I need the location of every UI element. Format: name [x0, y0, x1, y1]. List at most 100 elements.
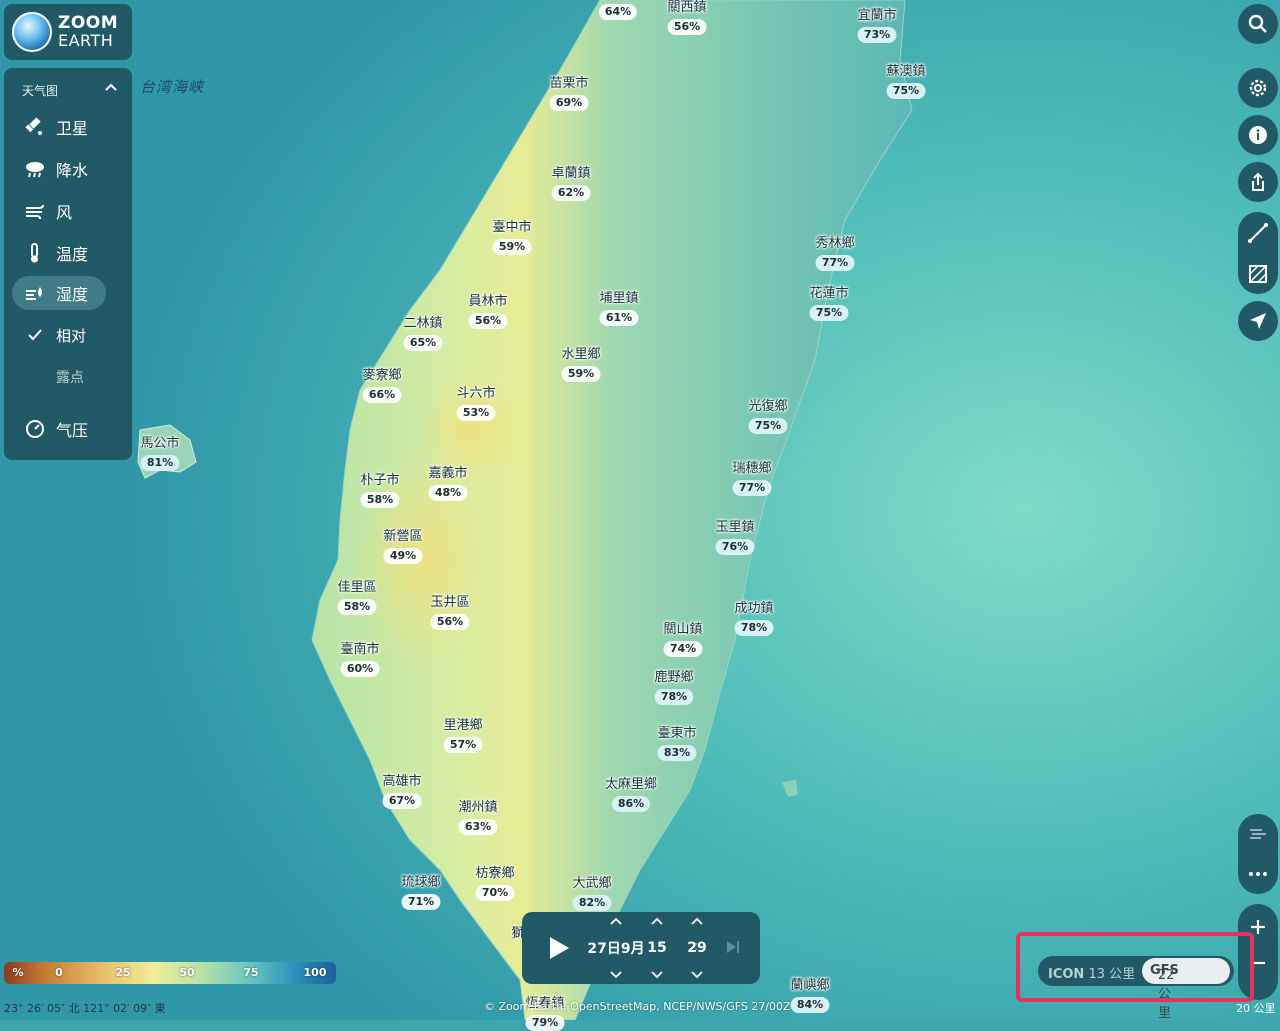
place-marker[interactable]: 馬公市 81%: [140, 436, 180, 471]
layer-precipitation[interactable]: 降水: [12, 152, 106, 186]
place-marker[interactable]: 新營區 49%: [383, 529, 423, 564]
place-marker[interactable]: 里港鄉 57%: [443, 718, 483, 753]
layer-label: 湿度: [56, 285, 89, 304]
legend-tick: 0: [55, 966, 63, 979]
humidity-dewpoint-option[interactable]: 露点: [12, 360, 106, 394]
chevron-down-icon[interactable]: [690, 970, 704, 980]
place-name: 大武鄉: [572, 876, 612, 891]
place-marker[interactable]: 秀林鄉 77%: [815, 236, 855, 271]
chevron-down-icon[interactable]: [650, 970, 664, 980]
measure-distance-icon[interactable]: [1247, 222, 1269, 244]
info-button[interactable]: [1238, 115, 1278, 155]
humidity-value-badge: 70%: [475, 885, 515, 901]
place-marker[interactable]: 高雄市 67%: [382, 774, 422, 809]
place-marker[interactable]: 臺中市 59%: [492, 220, 532, 255]
place-marker[interactable]: 鹿野鄉 78%: [654, 670, 694, 705]
minute-field[interactable]: 29: [682, 916, 712, 980]
chevron-up-icon[interactable]: [609, 916, 623, 926]
search-icon: [1248, 14, 1267, 33]
play-icon[interactable]: [544, 934, 572, 962]
humidity-legend: % 0 25 50 75 100: [4, 962, 336, 984]
place-name: 水里鄉: [561, 347, 601, 362]
place-marker[interactable]: 玉井區 56%: [430, 595, 470, 630]
place-marker[interactable]: 斗六市 53%: [456, 386, 496, 421]
overlay-tools: [1238, 814, 1278, 894]
place-marker[interactable]: 宜蘭市 73%: [857, 8, 897, 43]
wind-animation-icon[interactable]: [1247, 823, 1269, 845]
place-marker[interactable]: 光復鄉 75%: [748, 399, 788, 434]
place-marker[interactable]: 朴子市 58%: [360, 473, 400, 508]
place-marker[interactable]: 琉球鄉 71%: [401, 875, 441, 910]
chevron-down-icon[interactable]: [609, 970, 623, 980]
humidity-value-badge: 56%: [468, 313, 508, 329]
place-name: 瑞穗鄉: [732, 461, 772, 476]
layer-satellite[interactable]: 卫星: [12, 110, 106, 144]
humidity-value-badge: 75%: [886, 83, 926, 99]
place-marker[interactable]: 二林鎮 65%: [403, 316, 443, 351]
place-marker[interactable]: 玉里鎮 76%: [715, 520, 755, 555]
humidity-value-badge: 63%: [458, 819, 498, 835]
chevron-up-icon[interactable]: [690, 916, 704, 926]
place-marker[interactable]: 關山鎮 74%: [663, 622, 703, 657]
place-marker[interactable]: 枋寮鄉 70%: [475, 866, 515, 901]
place-marker[interactable]: 水里鄉 59%: [561, 347, 601, 382]
place-marker[interactable]: 麥寮鄉 66%: [362, 368, 402, 403]
layer-temperature[interactable]: 温度: [12, 236, 106, 270]
satellite-icon: [18, 110, 52, 144]
place-marker[interactable]: 成功鎮 78%: [734, 601, 774, 636]
layer-label: 降水: [56, 161, 89, 180]
share-button[interactable]: [1238, 162, 1278, 202]
place-marker[interactable]: 大武鄉 82%: [572, 876, 612, 911]
legend-tick: 100: [303, 966, 327, 979]
locate-button[interactable]: [1238, 301, 1278, 341]
place-marker[interactable]: 臺東市 83%: [657, 726, 697, 761]
place-marker[interactable]: 蘭嶼鄉 84%: [790, 978, 830, 1013]
rain-cloud-icon: [18, 152, 52, 186]
place-marker[interactable]: 苗栗市 69%: [549, 76, 589, 111]
place-marker[interactable]: 埔里鎮 61%: [599, 291, 639, 326]
map-credits[interactable]: © Zoom Earth, OpenStreetMap, NCEP/NWS/GF…: [484, 1000, 791, 1013]
weather-layers-panel: 天气图 卫星 降水 风 温度 湿度 相对 露点 气压: [4, 68, 132, 460]
zoom-earth-logo[interactable]: ZOOM EARTH: [4, 4, 132, 60]
chevron-up-icon[interactable]: [104, 80, 118, 94]
humidity-map[interactable]: [0, 0, 1280, 1020]
layer-humidity[interactable]: 湿度: [12, 276, 106, 310]
humidity-value-badge: 78%: [654, 689, 694, 705]
place-marker[interactable]: 員林市 56%: [468, 294, 508, 329]
place-name: 佳里區: [337, 580, 377, 595]
humidity-value-badge: 48%: [428, 485, 468, 501]
settings-button[interactable]: [1238, 68, 1278, 108]
place-marker[interactable]: 關西鎮 56%: [667, 0, 707, 35]
place-name: 嘉義市: [428, 466, 468, 481]
place-marker[interactable]: 64%: [598, 0, 638, 20]
measure-area-icon[interactable]: [1247, 263, 1269, 285]
humidity-relative-option[interactable]: 相对: [12, 318, 106, 352]
place-marker[interactable]: 佳里區 58%: [337, 580, 377, 615]
info-icon: [1249, 126, 1267, 144]
chevron-up-icon[interactable]: [650, 916, 664, 926]
humidity-value-badge: 60%: [340, 661, 380, 677]
search-button[interactable]: [1238, 4, 1278, 44]
panel-header: 天气图: [22, 84, 59, 98]
strait-label: 台湾海峡: [140, 78, 205, 96]
layer-wind[interactable]: 风: [12, 194, 106, 228]
more-icon[interactable]: [1247, 863, 1269, 885]
place-marker[interactable]: 卓蘭鎮 62%: [551, 166, 591, 201]
measure-tools: [1238, 212, 1278, 294]
skip-to-now-icon[interactable]: [724, 938, 742, 956]
layer-pressure[interactable]: 气压: [12, 412, 106, 446]
place-marker[interactable]: 瑞穗鄉 77%: [732, 461, 772, 496]
legend-unit: %: [12, 966, 24, 979]
place-marker[interactable]: 臺南市 60%: [340, 642, 380, 677]
place-name: 里港鄉: [443, 718, 483, 733]
place-marker[interactable]: 花蓮市 75%: [809, 286, 849, 321]
place-marker[interactable]: 蘇澳鎮 75%: [886, 64, 926, 99]
humidity-value-badge: 69%: [549, 95, 589, 111]
place-name: 琉球鄉: [401, 875, 441, 890]
place-marker[interactable]: 潮州鎮 63%: [458, 800, 498, 835]
place-marker[interactable]: 嘉義市 48%: [428, 466, 468, 501]
hour-field[interactable]: 15: [642, 916, 672, 980]
humidity-value-badge: 53%: [456, 405, 496, 421]
place-marker[interactable]: 太麻里鄉 86%: [605, 777, 657, 812]
legend-tick: 25: [115, 966, 131, 979]
